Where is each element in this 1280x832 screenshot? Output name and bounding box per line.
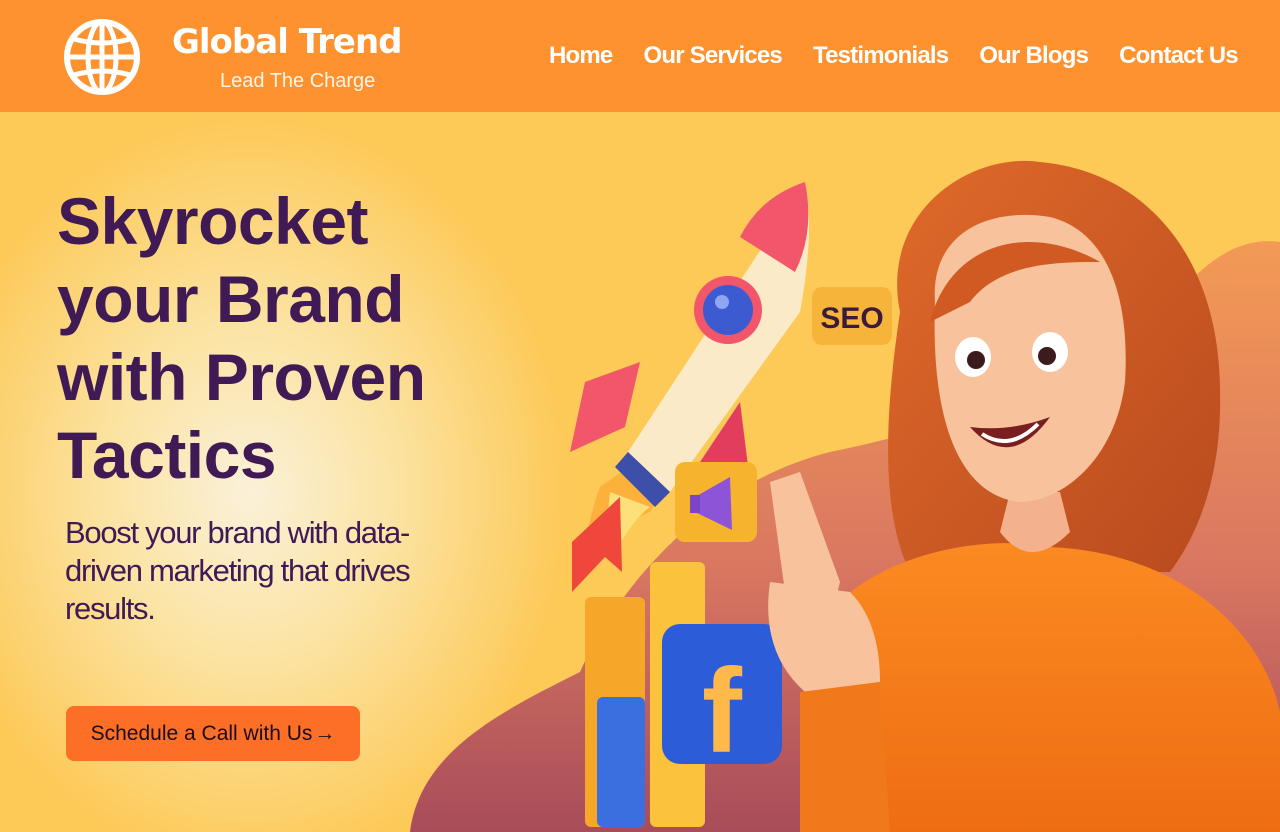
nav-item-contact-us[interactable]: Contact Us <box>1119 41 1238 71</box>
nav-item-home[interactable]: Home <box>549 41 613 71</box>
hero-illustration: SEO f <box>410 160 1280 832</box>
site-header: Global Trend Lead The Charge Home Our Se… <box>0 0 1280 112</box>
arrow-right-icon: → <box>314 721 336 745</box>
megaphone-icon <box>675 462 757 542</box>
schedule-call-label: Schedule a Call with Us <box>90 721 313 745</box>
main-nav: Home Our Services Testimonials Our Blogs… <box>549 41 1239 71</box>
seo-badge: SEO <box>812 287 892 345</box>
facebook-icon-letter: f <box>702 644 743 778</box>
brand-name[interactable]: Global Trend <box>172 22 403 62</box>
schedule-call-button[interactable]: Schedule a Call with Us → <box>66 706 360 761</box>
nav-item-our-blogs[interactable]: Our Blogs <box>979 41 1089 71</box>
brand-tagline: Lead The Charge <box>220 70 376 92</box>
hero-section: Skyrocket your Brand with Proven Tactics… <box>0 112 1280 832</box>
hero-subtext: Boost your brand with data-driven market… <box>65 515 411 626</box>
facebook-icon: f <box>662 624 782 778</box>
nav-item-testimonials[interactable]: Testimonials <box>813 41 949 71</box>
nav-item-our-services[interactable]: Our Services <box>643 41 782 71</box>
globe-icon[interactable] <box>62 17 142 97</box>
seo-badge-label: SEO <box>820 302 883 335</box>
